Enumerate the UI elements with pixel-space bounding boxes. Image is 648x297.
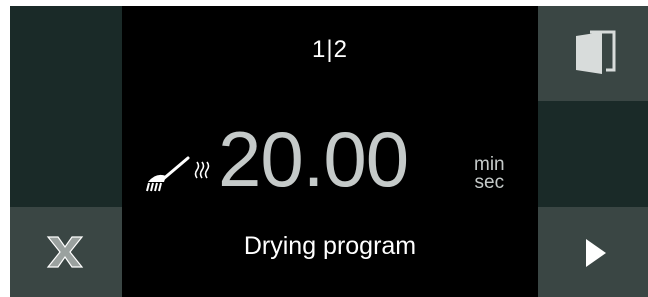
cancel-button[interactable] <box>10 207 122 297</box>
timer-row: 20.00 min sec <box>122 114 538 204</box>
door-button[interactable] <box>538 6 648 101</box>
program-label[interactable]: Drying program <box>122 232 538 261</box>
unit-seconds: sec <box>474 172 505 193</box>
door-icon <box>576 30 616 74</box>
brush-icon <box>146 156 190 192</box>
center-display: 1|2 20.00 min sec Drying program <box>122 6 538 297</box>
timer-value[interactable]: 20.00 <box>218 114 409 205</box>
left-panel-blank <box>10 6 122 207</box>
close-icon <box>46 236 84 268</box>
right-panel-blank <box>538 101 648 207</box>
play-icon <box>586 239 606 267</box>
control-panel-display: 1|2 20.00 min sec Drying program <box>10 6 648 297</box>
page-indicator[interactable]: 1|2 <box>122 36 538 64</box>
timer-units: min sec <box>474 155 505 193</box>
heat-icon <box>194 161 210 179</box>
start-button[interactable] <box>538 207 648 297</box>
